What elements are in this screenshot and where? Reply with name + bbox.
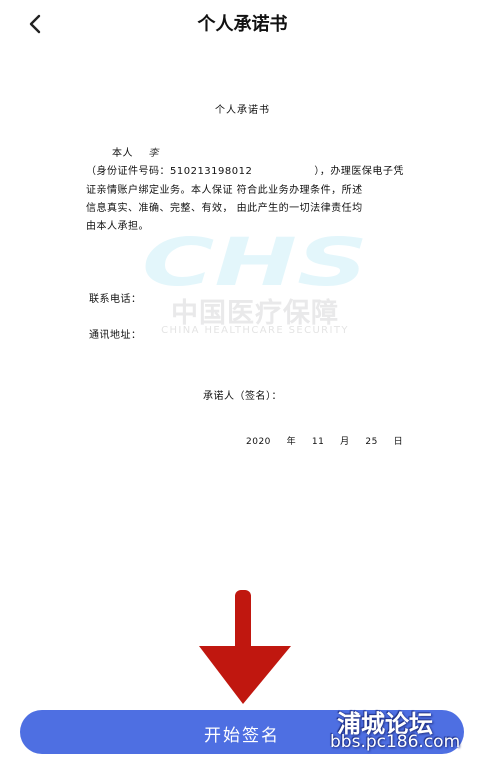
person-name: 李: [148, 148, 159, 159]
phone-label: 联系电话：: [89, 294, 142, 305]
arrow-down-icon: [199, 590, 291, 704]
chs-logo: CHS: [142, 233, 368, 293]
date-line: 2020 年 11 月 25 日: [246, 434, 403, 447]
chs-watermark: CHS 中国医疗保障 CHINA HEALTHCARE SECURITY: [130, 233, 370, 343]
svg-text:CHS: CHS: [142, 233, 368, 293]
id-line-end: ），办理医保电子凭: [314, 166, 404, 177]
id-line-start: （身份证件号码：510213198012: [86, 166, 253, 177]
date-day-unit: 日: [393, 437, 404, 447]
body-line-3: 信息真实、准确、完整、有效， 由此产生的一切法律责任均: [86, 203, 363, 214]
person-line: 本人 李: [112, 144, 159, 159]
watermark-chinese: 中国医疗保障: [171, 298, 339, 329]
page-title: 个人承诺书: [197, 14, 288, 35]
date-day: 25: [365, 437, 378, 447]
nav-bar: 个人承诺书: [0, 0, 485, 48]
body-line-4: 由本人承担。: [86, 221, 149, 232]
id-redaction: [252, 166, 315, 176]
date-year: 2020: [246, 437, 271, 447]
date-month: 11: [311, 437, 325, 447]
watermark-english: CHINA HEALTHCARE SECURITY: [161, 325, 349, 336]
signer-label: 承诺人（签名）：: [203, 391, 282, 402]
date-year-unit: 年: [286, 437, 297, 447]
document-title: 个人承诺书: [215, 105, 270, 116]
body-line-2: 证亲情账户绑定业务。本人保证 符合此业务办理条件，所述: [86, 185, 363, 196]
date-month-unit: 月: [340, 437, 350, 447]
person-label: 本人: [112, 148, 133, 159]
address-label: 通讯地址：: [89, 330, 142, 341]
forum-watermark-url: bbs.pc186.com: [330, 732, 461, 752]
id-line: （身份证件号码：510213198012 ），办理医保电子凭: [86, 162, 404, 177]
